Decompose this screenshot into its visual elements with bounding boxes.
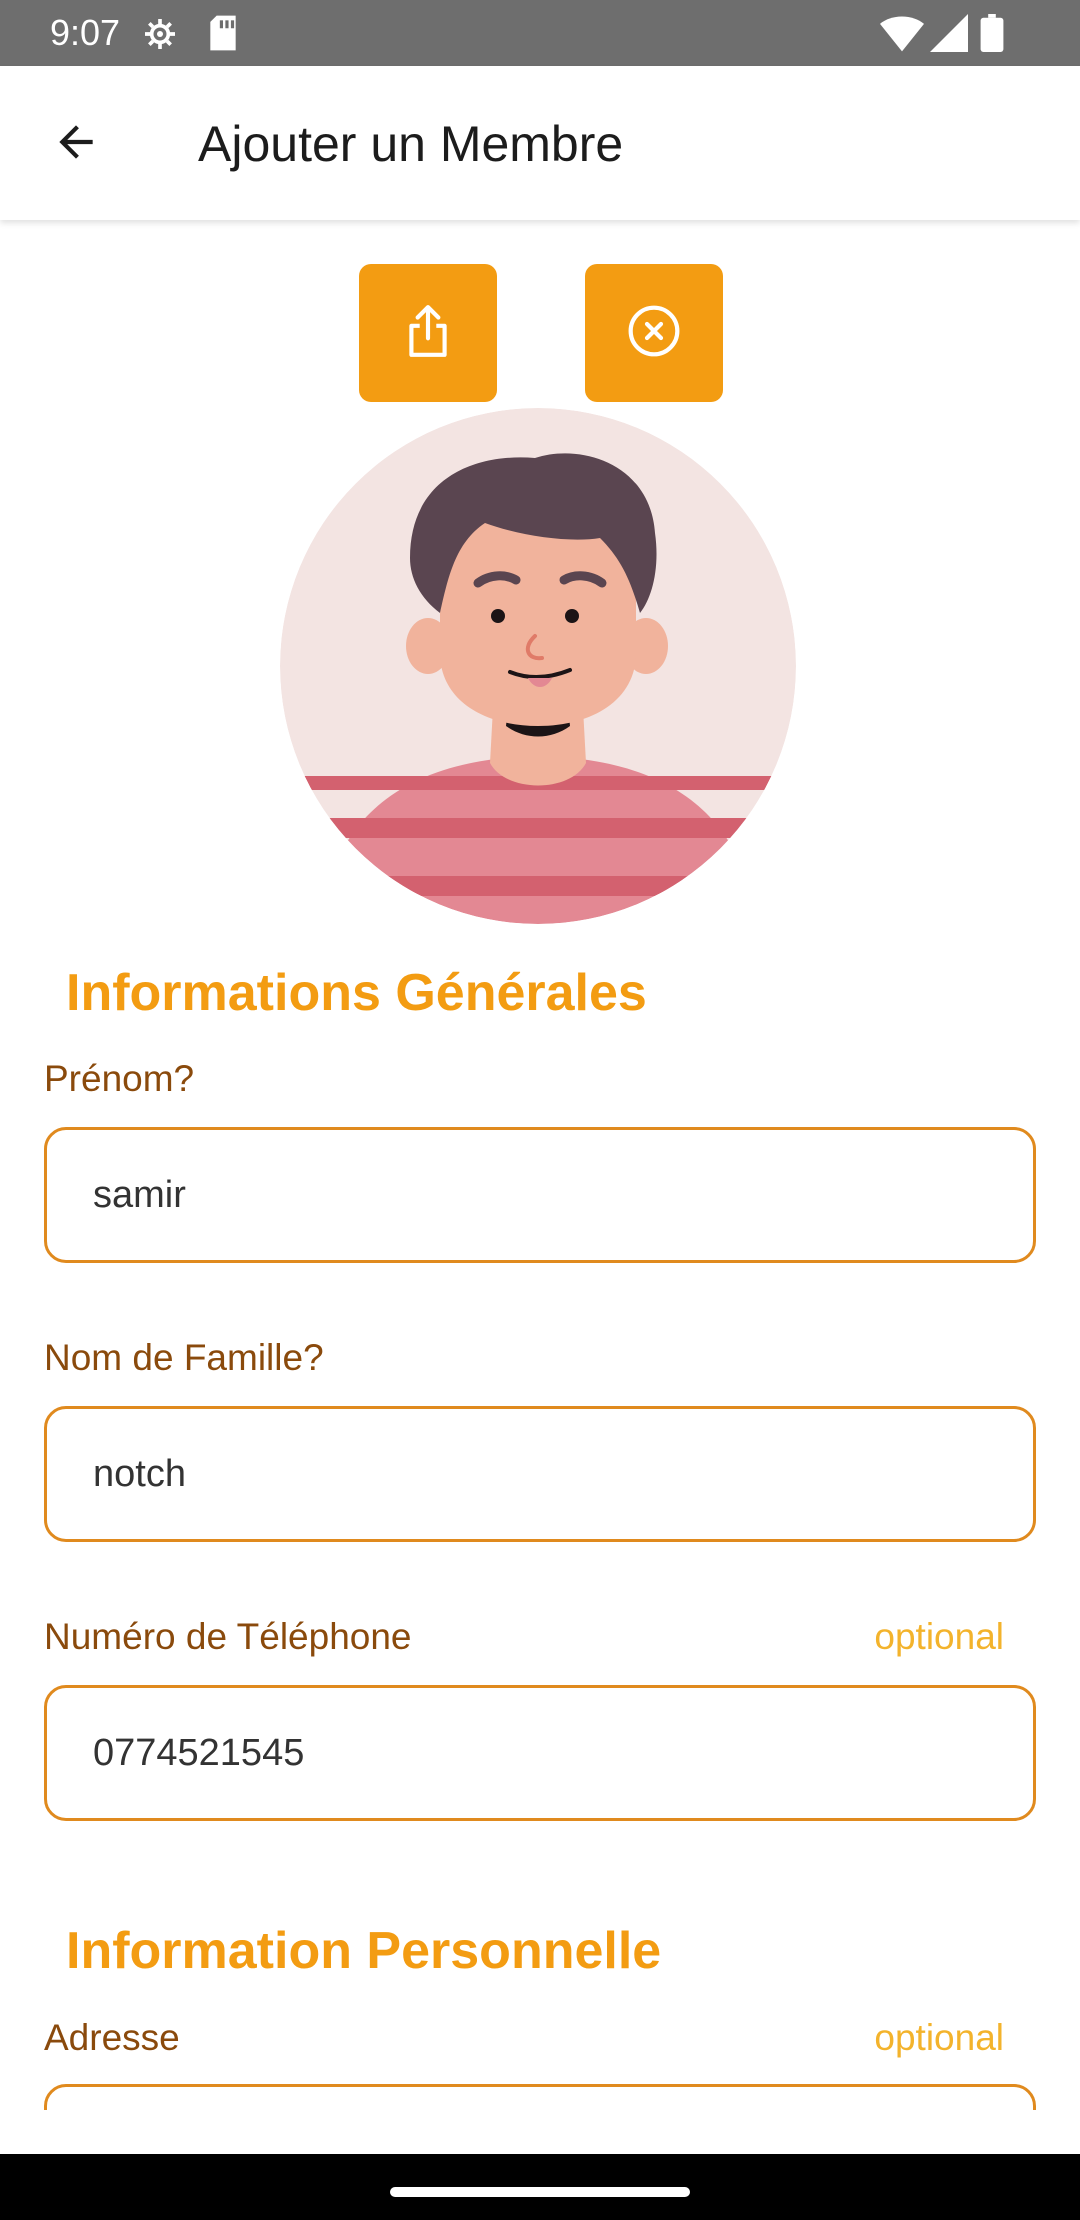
- phone-value: 0774521545: [93, 1732, 305, 1774]
- phone-field[interactable]: 0774521545: [44, 1685, 1036, 1821]
- last-name-field[interactable]: notch: [44, 1406, 1036, 1542]
- remove-photo-button[interactable]: [585, 264, 723, 402]
- wifi-icon: [880, 14, 924, 57]
- back-button[interactable]: [38, 106, 114, 182]
- avatar[interactable]: [280, 408, 796, 924]
- navigation-bar: [0, 2154, 1080, 2220]
- phone-label: Numéro de Téléphone: [44, 1616, 412, 1657]
- share-upload-icon: [403, 303, 453, 364]
- address-label: Adresse: [44, 2017, 180, 2058]
- home-indicator[interactable]: [390, 2187, 690, 2197]
- page-title: Ajouter un Membre: [198, 116, 624, 172]
- status-bar: 9:07: [0, 0, 1080, 66]
- upload-photo-button[interactable]: [359, 264, 497, 402]
- first-name-value: samir: [93, 1174, 186, 1216]
- general-info-title: Informations Générales: [66, 964, 647, 1022]
- app-bar: Ajouter un Membre: [0, 66, 1080, 220]
- last-name-value: notch: [93, 1453, 186, 1495]
- signal-icon: [930, 14, 968, 57]
- personal-info-title: Information Personnelle: [66, 1922, 662, 1980]
- battery-icon: [980, 14, 1004, 57]
- status-time: 9:07: [50, 12, 121, 53]
- first-name-field[interactable]: samir: [44, 1127, 1036, 1263]
- address-optional-label: optional: [874, 2017, 1004, 2058]
- close-circle-icon: [626, 303, 682, 364]
- form-content[interactable]: Informations Générales Prénom? samir Nom…: [0, 220, 1080, 2110]
- sd-card-icon: [206, 14, 240, 57]
- address-field[interactable]: [44, 2084, 1036, 2110]
- settings-gear-icon: [140, 14, 180, 59]
- arrow-left-icon: [51, 117, 101, 172]
- person-avatar-illustration: [280, 408, 796, 924]
- first-name-label: Prénom?: [44, 1058, 195, 1099]
- phone-optional-label: optional: [874, 1616, 1004, 1657]
- last-name-label: Nom de Famille?: [44, 1337, 324, 1378]
